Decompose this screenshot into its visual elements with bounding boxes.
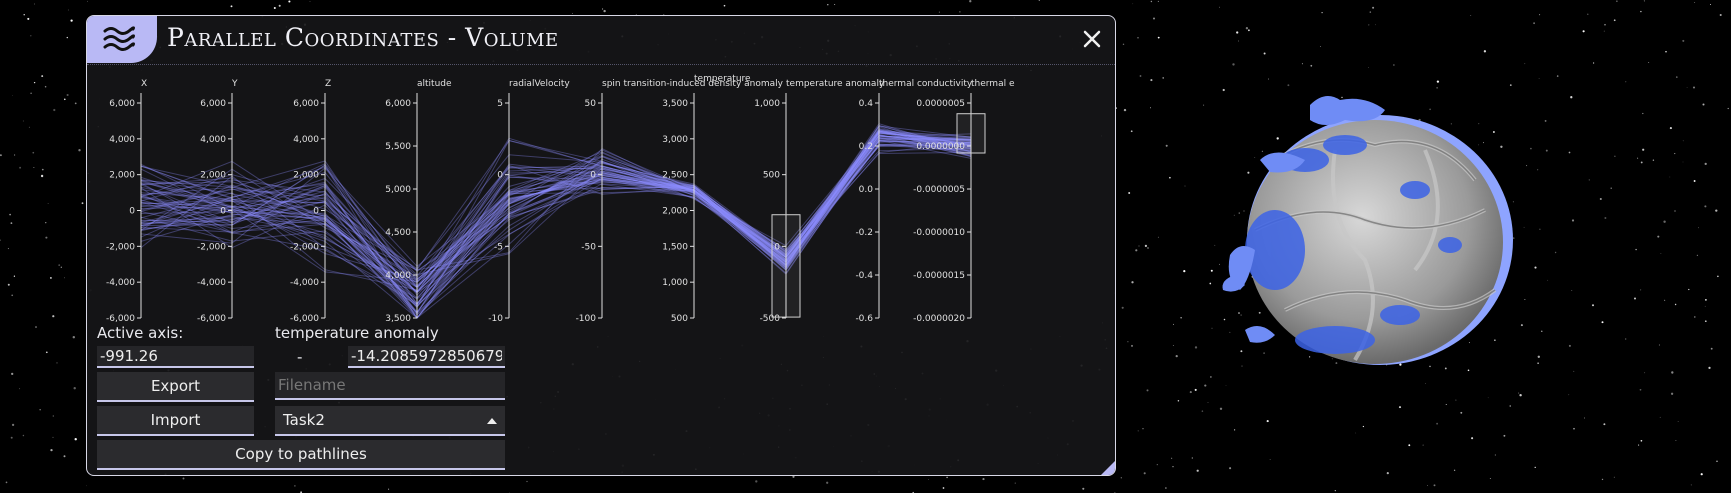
tick-label: -4,000 — [197, 278, 226, 288]
tick-label: 3,500 — [385, 314, 411, 324]
tick-label: 4,000 — [200, 135, 226, 145]
tick-label: 0 — [220, 207, 226, 217]
preset-dropdown[interactable]: Task2 — [275, 406, 505, 436]
tick-label: 2,000 — [200, 171, 226, 181]
tick-label: -4,000 — [290, 278, 319, 288]
tick-label: 0 — [590, 171, 596, 181]
close-icon[interactable] — [1081, 28, 1103, 50]
tick-label: 4,000 — [293, 135, 319, 145]
tick-label: 500 — [671, 314, 688, 324]
axis-label[interactable]: spin transition-induced density anomaly — [602, 79, 784, 89]
title-separator — [87, 64, 1115, 65]
tick-label: 50 — [585, 99, 597, 109]
tick-label: 1,000 — [662, 278, 688, 288]
tick-label: 5 — [497, 99, 503, 109]
window-title: Parallel Coordinates - Volume — [167, 23, 559, 52]
caret-up-icon — [487, 418, 497, 424]
axis-label[interactable]: thermal e — [971, 79, 1015, 89]
tick-label: -0.2 — [855, 228, 873, 238]
tick-label: -0.0000015 — [913, 271, 965, 281]
range-max-input[interactable] — [348, 346, 505, 368]
axis-brush[interactable] — [771, 214, 801, 318]
tick-label: -100 — [576, 314, 597, 324]
tick-label: -50 — [581, 242, 596, 252]
tick-label: -4,000 — [106, 278, 135, 288]
tick-label: 1,500 — [662, 242, 688, 252]
axis-label[interactable]: altitude — [417, 79, 452, 89]
tick-label: -2,000 — [290, 242, 319, 252]
range-separator: - — [297, 348, 303, 366]
import-button[interactable]: Import — [97, 406, 254, 436]
window-menu-button[interactable] — [87, 16, 157, 63]
tick-label: 2,000 — [109, 171, 135, 181]
axis-label[interactable]: radialVelocity — [509, 79, 570, 89]
tick-label: 5,500 — [385, 142, 411, 152]
tick-label: 500 — [763, 171, 780, 181]
preset-selected-value: Task2 — [283, 411, 325, 429]
tick-label: -0.0000020 — [913, 314, 965, 324]
tick-label: 4,000 — [385, 271, 411, 281]
filename-input[interactable] — [275, 372, 505, 400]
planet-volume-render[interactable] — [1215, 90, 1535, 390]
tick-label: 4,500 — [385, 228, 411, 238]
axis-brush[interactable] — [956, 113, 986, 154]
tick-label: 3,500 — [662, 99, 688, 109]
tick-label: 0 — [129, 207, 135, 217]
tick-label: 0.2 — [859, 142, 873, 152]
tick-label: 6,000 — [385, 99, 411, 109]
axis-label[interactable]: X — [141, 79, 147, 89]
active-axis-label: Active axis: — [97, 324, 184, 342]
tick-label: -10 — [488, 314, 503, 324]
tick-label: -6,000 — [290, 314, 319, 324]
tick-label: 1,000 — [754, 99, 780, 109]
waves-icon — [103, 26, 135, 51]
parallel-coordinates-plot[interactable]: X 6,000 4,000 2,000 0 -2,000 -4,000 -6,000 Y 6,00… — [101, 71, 1101, 336]
tick-label: 2,000 — [293, 171, 319, 181]
tick-label: 5,000 — [385, 185, 411, 195]
tick-label: 6,000 — [293, 99, 319, 109]
tick-label: 3,000 — [662, 135, 688, 145]
window-titlebar[interactable]: Parallel Coordinates - Volume — [87, 16, 1115, 63]
range-min-input[interactable] — [97, 346, 254, 368]
tick-label: 2,000 — [662, 207, 688, 217]
parallel-coordinates-window: Parallel Coordinates - Volume X 6,000 4,00… — [86, 15, 1116, 476]
axis-label[interactable]: temperature anomaly — [786, 79, 885, 89]
tick-label: 0.0000005 — [916, 99, 965, 109]
tick-label: 0.4 — [859, 99, 874, 109]
tick-label: 2,500 — [662, 171, 688, 181]
export-button[interactable]: Export — [97, 372, 254, 402]
tick-label: 6,000 — [109, 99, 135, 109]
resize-handle-icon[interactable] — [1101, 461, 1115, 475]
tick-label: -5 — [494, 242, 503, 252]
tick-label: 6,000 — [200, 99, 226, 109]
tick-label: -2,000 — [197, 242, 226, 252]
tick-label: -6,000 — [197, 314, 226, 324]
tick-label: -2,000 — [106, 242, 135, 252]
tick-label: 0.0 — [859, 185, 874, 195]
axis-label[interactable]: thermal conductivity — [879, 79, 973, 89]
axis-label[interactable]: Y — [231, 79, 238, 89]
axis-label[interactable]: temperature — [694, 74, 751, 84]
axis-label[interactable]: Z — [325, 79, 331, 89]
tick-label: 4,000 — [109, 135, 135, 145]
tick-label: -6,000 — [106, 314, 135, 324]
copy-to-pathlines-button[interactable]: Copy to pathlines — [97, 440, 505, 470]
tick-label: 0 — [497, 171, 503, 181]
tick-label: -0.0000005 — [913, 185, 965, 195]
tick-label: 0 — [313, 207, 319, 217]
tick-label: -0.6 — [855, 314, 873, 324]
tick-label: -0.4 — [855, 271, 873, 281]
tick-label: -0.0000010 — [913, 228, 965, 238]
active-axis-name: temperature anomaly — [275, 324, 439, 342]
